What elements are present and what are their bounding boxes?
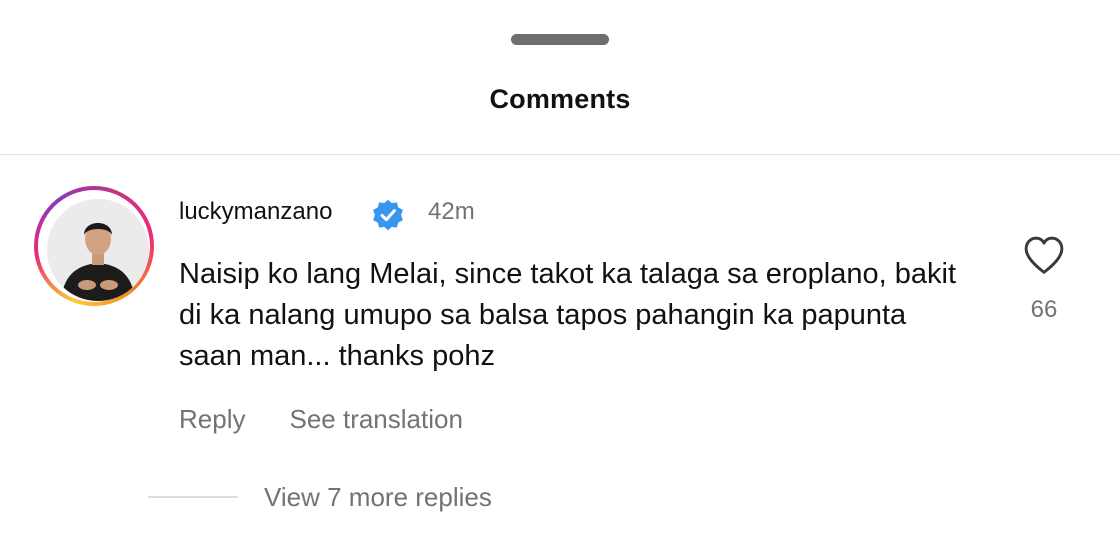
comment-text: Naisip ko lang Melai, since takot ka tal… xyxy=(179,258,956,372)
view-more-replies-button[interactable]: View 7 more replies xyxy=(264,482,492,513)
comment-username[interactable]: luckymanzano xyxy=(179,198,332,226)
replies-divider-line xyxy=(148,496,238,498)
comment-timestamp: 42m xyxy=(428,198,475,225)
avatar-photo xyxy=(47,199,149,301)
see-translation-button[interactable]: See translation xyxy=(289,404,462,435)
heart-outline-icon[interactable] xyxy=(1022,234,1066,276)
reply-button[interactable]: Reply xyxy=(179,404,245,435)
avatar[interactable] xyxy=(34,186,154,306)
comments-sheet: Comments luckymanzano 42m Naisip ko lang… xyxy=(0,0,1120,550)
sheet-title: Comments xyxy=(489,84,631,114)
comment-actions: Reply See translation xyxy=(179,404,463,435)
sheet-drag-handle[interactable] xyxy=(511,34,609,45)
like-count: 66 xyxy=(1030,296,1058,323)
verified-badge-icon xyxy=(373,199,403,231)
profile-photo-icon xyxy=(47,199,149,301)
header-divider xyxy=(0,154,1120,155)
